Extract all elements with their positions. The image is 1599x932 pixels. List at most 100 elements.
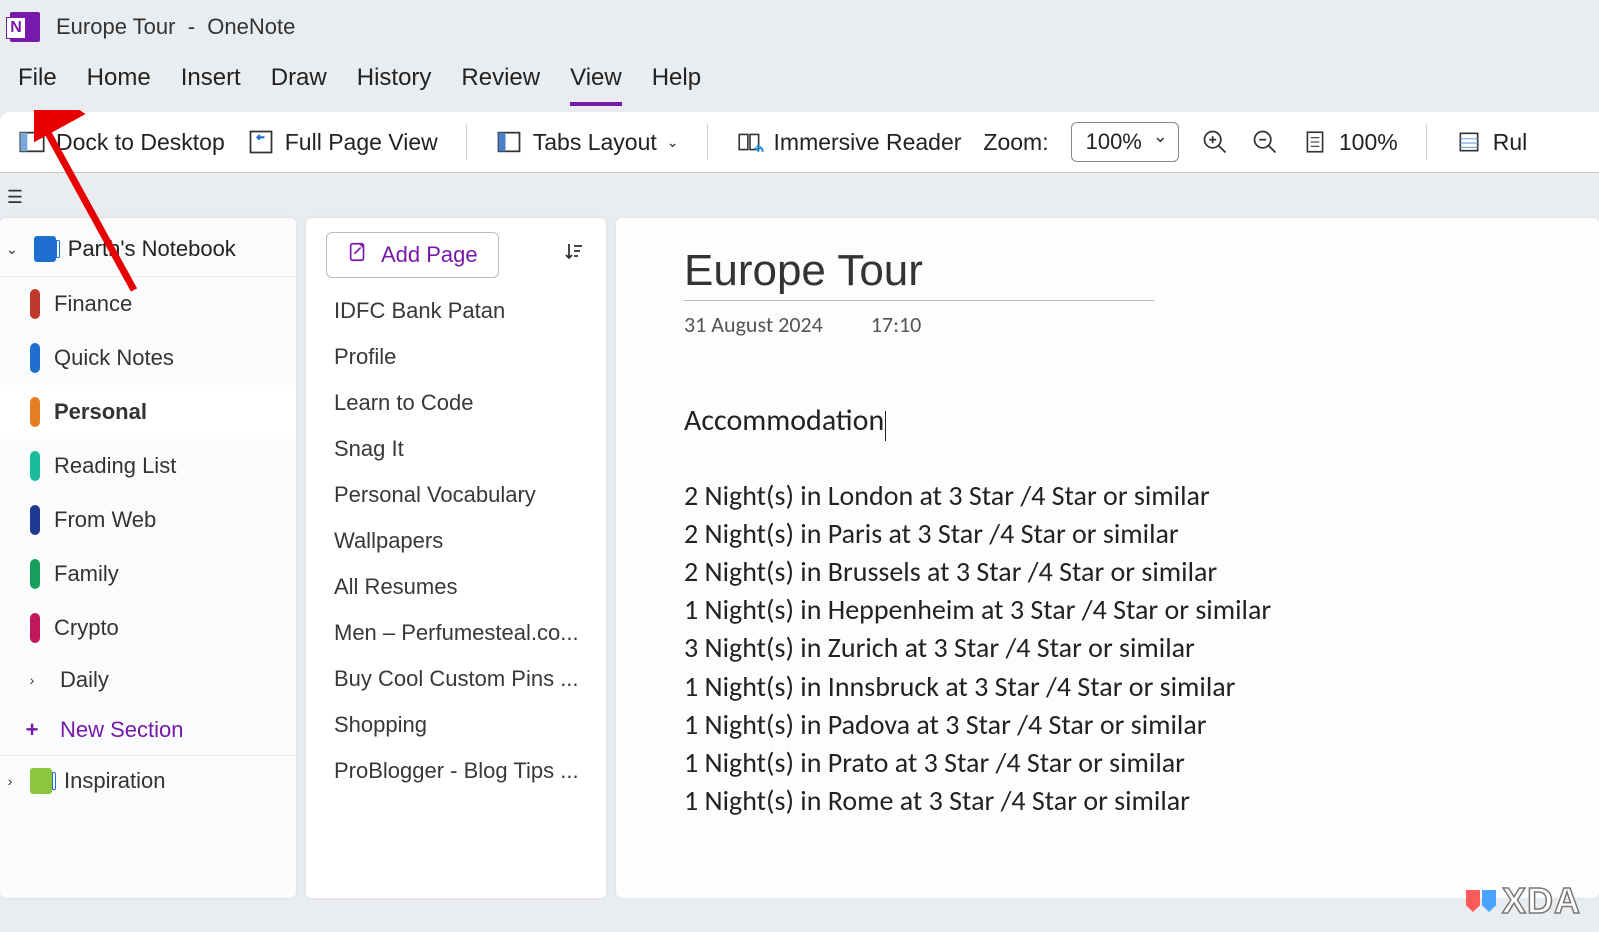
ribbon-separator [1426, 124, 1427, 160]
add-page-button[interactable]: Add Page [326, 232, 499, 278]
text-cursor [885, 411, 886, 441]
section-item-from-web[interactable]: From Web [0, 493, 296, 547]
page-item[interactable]: Buy Cool Custom Pins ... [314, 656, 598, 702]
section-color-tag [30, 397, 40, 427]
pages-pane: Add Page IDFC Bank Patan Profile Learn t… [306, 218, 606, 898]
full-page-icon [247, 128, 275, 156]
title-separator: - [188, 14, 195, 39]
immersive-reader-label: Immersive Reader [774, 129, 962, 156]
immersive-reader-icon [736, 128, 764, 156]
notebook-label: Inspiration [64, 768, 166, 794]
page-item[interactable]: Learn to Code [314, 380, 598, 426]
ruler-label: Rul [1493, 129, 1528, 156]
page-item[interactable]: Snag It [314, 426, 598, 472]
section-color-tag [30, 343, 40, 373]
note-line: 2 Night(s) in Paris at 3 Star /4 Star or… [684, 515, 1599, 553]
section-color-tag [30, 613, 40, 643]
tabs-layout-label: Tabs Layout [533, 129, 657, 156]
app-name: OneNote [207, 14, 295, 39]
page-width-icon [1301, 128, 1329, 156]
ribbon-separator [707, 124, 708, 160]
chevron-right-icon: › [24, 672, 40, 688]
section-color-tag [30, 289, 40, 319]
note-line: 1 Night(s) in Prato at 3 Star /4 Star or… [684, 744, 1599, 782]
section-item-crypto[interactable]: Crypto [0, 601, 296, 655]
note-line: 3 Night(s) in Zurich at 3 Star /4 Star o… [684, 629, 1599, 667]
zoom-select[interactable]: 100% [1071, 122, 1179, 162]
hamburger-icon[interactable]: ☰ [4, 187, 24, 208]
onenote-app-icon [10, 12, 40, 42]
section-item-quick-notes[interactable]: Quick Notes [0, 331, 296, 385]
notebook-icon [34, 236, 56, 262]
menu-tabs: File Home Insert Draw History Review Vie… [0, 54, 1599, 106]
section-color-tag [30, 505, 40, 535]
dock-to-desktop-button[interactable]: Dock to Desktop [18, 128, 225, 156]
page-item[interactable]: Profile [314, 334, 598, 380]
ruler-button[interactable]: Rul [1455, 128, 1528, 156]
page-item[interactable]: Shopping [314, 702, 598, 748]
note-body[interactable]: 2 Night(s) in London at 3 Star /4 Star o… [684, 477, 1599, 820]
notebook-header[interactable]: ⌄ Parth's Notebook [0, 222, 296, 277]
tab-home[interactable]: Home [87, 64, 151, 106]
section-label: Family [54, 561, 119, 587]
tab-review[interactable]: Review [461, 64, 540, 106]
section-item-personal[interactable]: Personal [0, 385, 296, 439]
section-label: Quick Notes [54, 345, 174, 371]
new-section-button[interactable]: + New Section [0, 705, 296, 755]
tab-insert[interactable]: Insert [181, 64, 241, 106]
zoom-reset-button[interactable]: 100% [1301, 128, 1398, 156]
note-canvas[interactable]: Europe Tour 31 August 2024 17:10 Accommo… [616, 218, 1599, 898]
page-item[interactable]: Men – Perfumesteal.co... [314, 610, 598, 656]
section-label: From Web [54, 507, 156, 533]
note-time: 17:10 [871, 311, 922, 338]
page-item[interactable]: IDFC Bank Patan [314, 288, 598, 334]
add-page-icon [347, 241, 369, 269]
rule-lines-icon [1455, 128, 1483, 156]
note-title[interactable]: Europe Tour [684, 246, 1599, 298]
full-page-view-button[interactable]: Full Page View [247, 128, 438, 156]
zoom-label: Zoom: [983, 129, 1048, 156]
immersive-reader-button[interactable]: Immersive Reader [736, 128, 962, 156]
xda-logo-icon [1466, 886, 1496, 916]
notebook-item-inspiration[interactable]: › Inspiration [0, 755, 296, 806]
tab-history[interactable]: History [357, 64, 432, 106]
page-item[interactable]: All Resumes [314, 564, 598, 610]
ribbon-separator [466, 124, 467, 160]
sections-pane: ⌄ Parth's Notebook Finance Quick Notes P… [0, 218, 296, 898]
section-item-finance[interactable]: Finance [0, 277, 296, 331]
section-color-tag [30, 559, 40, 589]
note-line: 1 Night(s) in Padova at 3 Star /4 Star o… [684, 706, 1599, 744]
note-heading[interactable]: Accommodation [684, 402, 884, 439]
page-item[interactable]: Personal Vocabulary [314, 472, 598, 518]
chevron-down-icon[interactable]: ⌄ [2, 241, 22, 258]
zoom-value: 100% [1086, 129, 1142, 154]
new-section-label: New Section [60, 717, 184, 743]
title-bar: Europe Tour - OneNote [0, 0, 1599, 54]
tab-help[interactable]: Help [652, 64, 701, 106]
tab-draw[interactable]: Draw [271, 64, 327, 106]
tabs-layout-icon [495, 128, 523, 156]
section-group-daily[interactable]: › Daily [0, 655, 296, 705]
zoom-out-icon[interactable] [1251, 128, 1279, 156]
note-line: 2 Night(s) in London at 3 Star /4 Star o… [684, 477, 1599, 515]
page-item[interactable]: Wallpapers [314, 518, 598, 564]
note-date: 31 August 2024 [684, 311, 823, 338]
sort-icon[interactable] [562, 240, 586, 270]
tab-view[interactable]: View [570, 64, 622, 106]
chevron-down-icon: ⌄ [667, 134, 679, 151]
note-line: 1 Night(s) in Rome at 3 Star /4 Star or … [684, 782, 1599, 820]
section-label: Personal [54, 399, 147, 425]
tab-file[interactable]: File [18, 64, 57, 106]
note-line: 1 Night(s) in Innsbruck at 3 Star /4 Sta… [684, 668, 1599, 706]
title-underline [684, 300, 1154, 301]
section-group-label: Daily [60, 667, 109, 693]
section-item-family[interactable]: Family [0, 547, 296, 601]
section-item-reading-list[interactable]: Reading List [0, 439, 296, 493]
plus-icon: + [24, 717, 40, 743]
tabs-layout-button[interactable]: Tabs Layout ⌄ [495, 128, 679, 156]
dock-icon [18, 128, 46, 156]
page-item[interactable]: ProBlogger - Blog Tips ... [314, 748, 598, 794]
watermark-text: XDA [1502, 880, 1581, 922]
zoom-in-icon[interactable] [1201, 128, 1229, 156]
notebook-name: Parth's Notebook [68, 236, 236, 262]
